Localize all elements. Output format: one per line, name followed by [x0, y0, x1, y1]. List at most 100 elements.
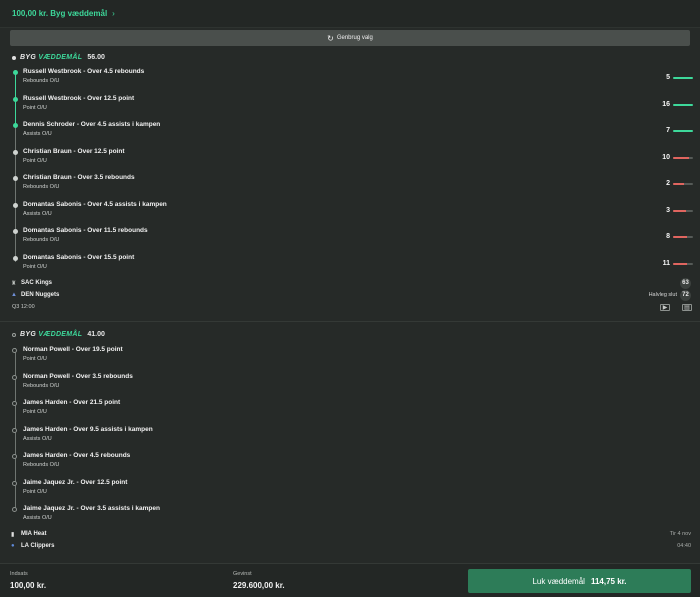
bet1-status-dot [12, 55, 16, 60]
leg-live-value: 11 [662, 259, 670, 267]
bet-leg: Domantas Sabonis - Over 4.5 assists i ka… [0, 201, 700, 227]
leg-market: Rebounds O/U [23, 237, 60, 243]
stake-value: 100,00 kr. [10, 581, 47, 590]
leg-status-dot [12, 480, 17, 486]
leg-market: Point O/U [23, 488, 47, 495]
leg-status-dot [12, 348, 17, 353]
leg-progress-fill [673, 103, 693, 106]
check-icon [13, 96, 18, 102]
reuse-selection-label: Genbrug valg [336, 35, 373, 41]
chevron-right-icon: › [112, 9, 115, 18]
leg-market: Rebounds O/U [23, 462, 60, 468]
leg-status-dot [12, 401, 17, 406]
leg-status-dot [13, 176, 18, 181]
leg-status-dot [13, 149, 18, 155]
leg-market: Assists O/U [23, 131, 52, 137]
team-name: SAC Kings [21, 280, 53, 286]
game-clock: Q3 12:00 [12, 304, 35, 310]
bet1-header: BYG VÆDDEMÅL 56.00 [12, 54, 105, 61]
leg-selection: Norman Powell - Over 3.5 rebounds [23, 372, 133, 380]
stake-label: Indsats [10, 571, 28, 577]
reuse-selection-button[interactable]: ↻ Genbrug valg [10, 30, 690, 46]
team-score: 63 [680, 277, 691, 289]
bet-leg: Jaime Jaquez Jr. - Over 12.5 point Point … [0, 479, 700, 505]
game-status: Halvleg slut [648, 292, 677, 298]
bet-builder-logo: BYG VÆDDEMÅL [20, 331, 83, 338]
leg-status-dot [13, 229, 18, 234]
leg-live-value: 3 [666, 206, 670, 214]
leg-live-value: 5 [666, 74, 670, 81]
bet-header[interactable]: 100,00 kr. Byg væddemål › [0, 0, 700, 28]
leg-progress-bar [673, 236, 693, 238]
bet-leg: Christian Braun - Over 3.5 rebounds Rebou… [0, 174, 700, 200]
leg-market: Rebounds O/U [23, 78, 60, 84]
play-video-icon[interactable]: ▶ [660, 304, 670, 311]
cash-out-button[interactable]: Luk væddemål 114,75 kr. [468, 569, 691, 593]
leg-market: Rebounds O/U [23, 184, 60, 190]
leg-selection: Russell Westbrook - Over 12.5 point [23, 94, 135, 102]
bet-leg: Domantas Sabonis - Over 11.5 rebounds Reb… [0, 227, 700, 253]
leg-progress-fill [673, 130, 693, 132]
bet-leg: Russell Westbrook - Over 4.5 rebounds Reb… [0, 68, 700, 94]
bet-header-title: 100,00 kr. Byg væddemål [12, 9, 108, 18]
bet2-team-row-2: ● LA Clippers 04:40 [0, 540, 700, 552]
team-logo-icon: ▲ [11, 292, 17, 298]
leg-selection: Domantas Sabonis - Over 11.5 rebounds [23, 227, 148, 234]
bet-footer: Indsats 100,00 kr. Gevinst 229.600,00 kr… [0, 563, 700, 597]
leg-selection: Domantas Sabonis - Over 4.5 assists i ka… [23, 200, 167, 208]
bet-leg: James Harden - Over 4.5 rebounds Rebounds… [0, 452, 700, 478]
leg-market: Point O/U [23, 409, 47, 415]
cash-out-amount: 114,75 kr. [590, 576, 627, 586]
leg-selection: James Harden - Over 9.5 assists i kampen [23, 425, 153, 433]
team-logo-icon: ♜ [11, 280, 17, 287]
bet-leg: James Harden - Over 21.5 point Point O/U [0, 399, 700, 425]
leg-progress-bar [673, 156, 693, 159]
leg-status-dot [12, 374, 17, 380]
leg-live-value: 16 [662, 100, 670, 108]
team-name: DEN Nuggets [21, 292, 60, 298]
team-score: 72 [680, 289, 691, 301]
game-date: Tir 4 nov [669, 531, 691, 537]
team-name: MIA Heat [21, 531, 47, 537]
check-icon [13, 70, 18, 75]
leg-selection: Jaime Jaquez Jr. - Over 12.5 point [23, 478, 128, 486]
bet-leg: Domantas Sabonis - Over 15.5 point Point … [0, 254, 700, 280]
team-name: LA Clippers [21, 543, 55, 549]
bet1-team-row-2: ▲ DEN Nuggets Halvleg slut 72 [0, 289, 700, 301]
bet2-header: BYG VÆDDEMÅL 41.00 [12, 331, 105, 338]
leg-progress-bar [673, 183, 693, 185]
leg-progress-fill [673, 77, 693, 79]
team-logo-icon: ▮ [11, 531, 15, 538]
leg-status-dot [13, 202, 18, 208]
leg-status-dot [13, 255, 18, 261]
leg-progress-bar [673, 262, 693, 265]
leg-progress-fill [673, 209, 687, 212]
leg-progress-fill [673, 236, 687, 238]
live-stats-icon[interactable]: ▤ [682, 304, 692, 311]
leg-market: Assists O/U [23, 210, 52, 217]
check-icon [13, 123, 18, 128]
bet1-odds: 56.00 [87, 54, 105, 61]
leg-market: Point O/U [23, 157, 47, 164]
winnings-label: Gevinst [233, 571, 252, 577]
leg-selection: Christian Braun - Over 12.5 point [23, 147, 125, 155]
bet-leg: Christian Braun - Over 12.5 point Point O… [0, 148, 700, 174]
bet-leg: Russell Westbrook - Over 12.5 point Point… [0, 95, 700, 121]
bet-builder-logo: BYG VÆDDEMÅL [20, 54, 83, 61]
leg-progress-fill [673, 156, 689, 159]
bet2-team-row-1: ▮ MIA Heat Tir 4 nov [0, 528, 700, 540]
leg-live-value: 7 [666, 127, 670, 134]
bet2-status-dot [12, 332, 16, 337]
bet-leg: James Harden - Over 9.5 assists i kampen… [0, 426, 700, 452]
bet-leg: Dennis Schroder - Over 4.5 assists i kam… [0, 121, 700, 147]
leg-market: Point O/U [23, 356, 47, 362]
game-time: 04:40 [677, 543, 691, 549]
team-logo-icon: ● [11, 543, 15, 549]
leg-progress-bar [673, 130, 693, 132]
leg-progress-bar [673, 103, 693, 106]
leg-market: Point O/U [23, 104, 47, 111]
leg-selection: Russell Westbrook - Over 4.5 rebounds [23, 68, 145, 75]
leg-selection: Domantas Sabonis - Over 15.5 point [23, 253, 135, 261]
leg-live-value: 10 [662, 153, 670, 161]
bet-leg: Norman Powell - Over 3.5 rebounds Rebound… [0, 373, 700, 399]
